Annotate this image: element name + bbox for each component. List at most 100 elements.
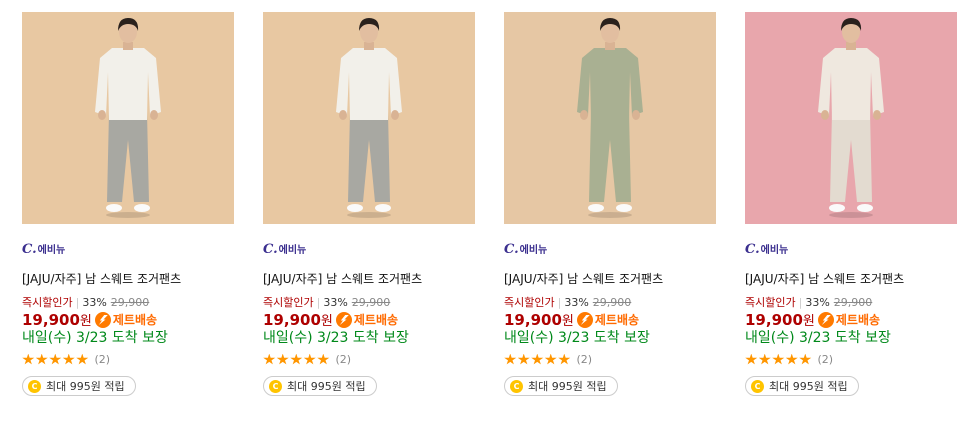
- discount-label: 즉시할인가: [263, 296, 314, 309]
- brand-name: 에비뉴: [37, 245, 66, 256]
- product-image[interactable]: [263, 12, 475, 224]
- sale-price: 19,900: [263, 310, 321, 329]
- star-icon: [558, 353, 571, 365]
- coin-icon: C: [269, 379, 282, 393]
- star-icon: [799, 353, 812, 365]
- star-icon: [504, 353, 517, 365]
- review-count: (2): [335, 353, 352, 366]
- product-title[interactable]: [JAJU/자주] 남 스웨트 조거팬츠: [745, 270, 904, 287]
- star-icon: [772, 353, 785, 365]
- original-price: 29,900: [833, 296, 873, 309]
- reward-text: 최대 995원 적립: [769, 380, 848, 393]
- product-title[interactable]: [JAJU/자주] 남 스웨트 조거팬츠: [504, 270, 663, 287]
- brand-name: 에비뉴: [760, 245, 789, 256]
- discount-line: 즉시할인가 | 33% 29,900: [504, 294, 631, 310]
- product-card[interactable]: C. 에비뉴 [JAJU/자주] 남 스웨트 조거팬츠 즉시할인가 | 33% 29,9…: [745, 12, 959, 422]
- model-illustration: [22, 12, 234, 224]
- star-icon: [758, 353, 771, 365]
- rocket-delivery-icon: [335, 311, 352, 328]
- coin-icon: C: [510, 379, 523, 393]
- brand-initial: C.: [22, 242, 37, 257]
- brand-name: 에비뉴: [278, 245, 307, 256]
- rocket-delivery-icon: [817, 311, 834, 328]
- discount-rate: 33%: [805, 296, 830, 309]
- brand-initial: C.: [263, 242, 278, 257]
- rocket-delivery-icon: [576, 311, 593, 328]
- delivery-date: 내일(수) 3/23 도착 보장: [745, 330, 891, 346]
- model-illustration: [263, 12, 475, 224]
- star-icon: [35, 353, 48, 365]
- coin-icon: C: [751, 379, 764, 393]
- product-card[interactable]: C. 에비뉴 [JAJU/자주] 남 스웨트 조거팬츠 즉시할인가 | 33% 29,9…: [22, 12, 236, 422]
- rating[interactable]: (2): [22, 353, 110, 366]
- shipping-badge: 제트배송: [353, 313, 399, 327]
- star-rating: [22, 353, 90, 366]
- rating[interactable]: (2): [263, 353, 351, 366]
- star-icon: [49, 353, 62, 365]
- product-title[interactable]: [JAJU/자주] 남 스웨트 조거팬츠: [263, 270, 422, 287]
- review-count: (2): [576, 353, 593, 366]
- reward-badge: C 최대 995원 적립: [22, 376, 136, 396]
- star-icon: [276, 353, 289, 365]
- rating[interactable]: (2): [504, 353, 592, 366]
- delivery-date: 내일(수) 3/23 도착 보장: [263, 330, 409, 346]
- shipping-badge: 제트배송: [835, 313, 881, 327]
- star-icon: [785, 353, 798, 365]
- star-icon: [22, 353, 35, 365]
- model-illustration: [745, 12, 957, 224]
- brand-name: 에비뉴: [519, 245, 548, 256]
- reward-badge: C 최대 995원 적립: [263, 376, 377, 396]
- brand-logo: C. 에비뉴: [263, 241, 306, 257]
- reward-badge: C 최대 995원 적립: [745, 376, 859, 396]
- star-rating: [263, 353, 331, 366]
- divider: |: [75, 296, 80, 309]
- delivery-date: 내일(수) 3/23 도착 보장: [504, 330, 650, 346]
- rocket-delivery-icon: [94, 311, 111, 328]
- product-image[interactable]: [504, 12, 716, 224]
- product-card[interactable]: C. 에비뉴 [JAJU/자주] 남 스웨트 조거팬츠 즉시할인가 | 33% 29,9…: [504, 12, 718, 422]
- product-image[interactable]: [22, 12, 234, 224]
- divider: |: [798, 296, 803, 309]
- star-icon: [303, 353, 316, 365]
- star-icon: [317, 353, 330, 365]
- product-grid: C. 에비뉴 [JAJU/자주] 남 스웨트 조거팬츠 즉시할인가 | 33% 29,9…: [0, 0, 963, 437]
- discount-line: 즉시할인가 | 33% 29,900: [745, 294, 872, 310]
- divider: |: [316, 296, 321, 309]
- star-rating: [504, 353, 572, 366]
- original-price: 29,900: [110, 296, 150, 309]
- review-count: (2): [817, 353, 834, 366]
- product-card[interactable]: C. 에비뉴 [JAJU/자주] 남 스웨트 조거팬츠 즉시할인가 | 33% 29,9…: [263, 12, 477, 422]
- reward-text: 최대 995원 적립: [528, 380, 607, 393]
- star-icon: [62, 353, 75, 365]
- product-title[interactable]: [JAJU/자주] 남 스웨트 조거팬츠: [22, 270, 181, 287]
- model-illustration: [504, 12, 716, 224]
- coin-icon: C: [28, 379, 41, 393]
- brand-logo: C. 에비뉴: [22, 241, 65, 257]
- discount-line: 즉시할인가 | 33% 29,900: [22, 294, 149, 310]
- star-icon: [745, 353, 758, 365]
- star-icon: [544, 353, 557, 365]
- product-image[interactable]: [745, 12, 957, 224]
- brand-initial: C.: [504, 242, 519, 257]
- brand-logo: C. 에비뉴: [745, 241, 788, 257]
- sale-price: 19,900: [504, 310, 562, 329]
- sale-price: 19,900: [22, 310, 80, 329]
- discount-rate: 33%: [564, 296, 589, 309]
- discount-rate: 33%: [323, 296, 348, 309]
- star-icon: [263, 353, 276, 365]
- original-price: 29,900: [592, 296, 632, 309]
- shipping-badge: 제트배송: [112, 313, 158, 327]
- rating[interactable]: (2): [745, 353, 833, 366]
- review-count: (2): [94, 353, 111, 366]
- star-icon: [76, 353, 89, 365]
- star-icon: [531, 353, 544, 365]
- discount-label: 즉시할인가: [745, 296, 796, 309]
- star-icon: [290, 353, 303, 365]
- reward-text: 최대 995원 적립: [287, 380, 366, 393]
- star-icon: [517, 353, 530, 365]
- brand-initial: C.: [745, 242, 760, 257]
- shipping-badge: 제트배송: [594, 313, 640, 327]
- discount-line: 즉시할인가 | 33% 29,900: [263, 294, 390, 310]
- discount-rate: 33%: [82, 296, 107, 309]
- original-price: 29,900: [351, 296, 391, 309]
